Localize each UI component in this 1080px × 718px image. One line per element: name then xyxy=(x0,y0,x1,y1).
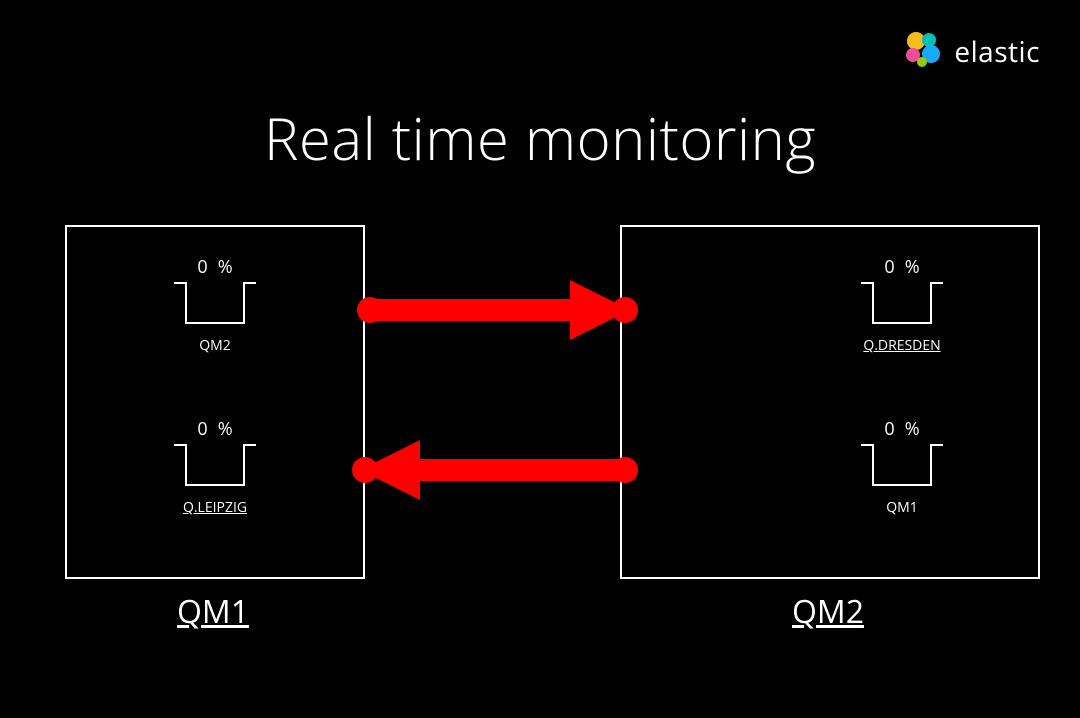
qm2-cell-0-unit: % xyxy=(905,255,920,279)
qm2-cell-0-label: Q.DRESDEN xyxy=(863,336,940,355)
qm2-cell-1-reading: 0% xyxy=(832,417,972,441)
arrow-qm2-to-qm1 xyxy=(350,435,640,510)
qm2-cell-0-value: 0 xyxy=(884,255,894,279)
bucket-icon xyxy=(172,281,258,325)
qm1-cell-0-unit: % xyxy=(218,255,233,279)
bucket-icon xyxy=(172,443,258,487)
qm1-box: 0% QM2 0% Q.LEIPZIG xyxy=(65,225,365,579)
qm1-cell-0: 0% QM2 xyxy=(145,255,285,355)
slide-root: elastic Real time monitoring 0% QM2 0% Q… xyxy=(0,0,1080,718)
brand-name: elastic xyxy=(954,33,1040,71)
bucket-icon xyxy=(859,281,945,325)
qm1-cell-1: 0% Q.LEIPZIG xyxy=(145,417,285,517)
bucket-icon xyxy=(859,443,945,487)
qm1-cell-1-value: 0 xyxy=(197,417,207,441)
qm2-cell-0-reading: 0% xyxy=(832,255,972,279)
qm1-cell-0-reading: 0% xyxy=(145,255,285,279)
qm2-cell-1: 0% QM1 xyxy=(832,417,972,517)
qm1-caption: QM1 xyxy=(65,590,361,633)
arrow-qm1-to-qm2 xyxy=(350,275,640,350)
qm1-cell-1-unit: % xyxy=(218,417,233,441)
qm1-cell-0-label: QM2 xyxy=(199,336,231,355)
qm2-caption: QM2 xyxy=(620,590,1036,633)
qm1-cell-1-label: Q.LEIPZIG xyxy=(183,498,247,517)
brand-logo: elastic xyxy=(902,28,1040,75)
elastic-cluster-icon xyxy=(902,28,944,75)
qm2-cell-1-unit: % xyxy=(905,417,920,441)
qm2-box: 0% Q.DRESDEN 0% QM1 xyxy=(620,225,1040,579)
slide-title: Real time monitoring xyxy=(0,98,1080,177)
qm2-cell-0: 0% Q.DRESDEN xyxy=(832,255,972,355)
qm2-cell-1-value: 0 xyxy=(884,417,894,441)
qm2-cell-1-label: QM1 xyxy=(886,498,918,517)
qm1-cell-0-value: 0 xyxy=(197,255,207,279)
qm1-cell-1-reading: 0% xyxy=(145,417,285,441)
